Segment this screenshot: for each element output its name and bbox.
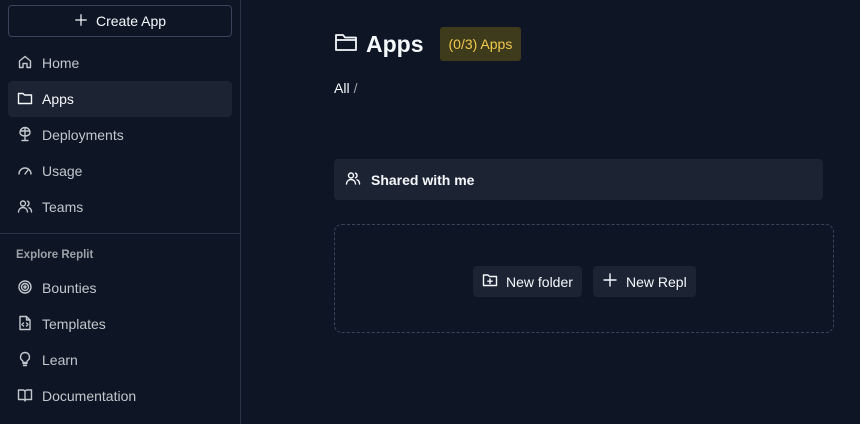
sidebar-item-label: Bounties <box>42 280 97 296</box>
gauge-icon <box>17 162 33 181</box>
sidebar-item-label: Teams <box>42 199 84 215</box>
sidebar-item-templates[interactable]: Templates <box>8 306 232 342</box>
empty-apps-dropzone: New folder New Repl <box>334 224 834 333</box>
sidebar-divider <box>0 233 240 234</box>
home-icon <box>17 54 33 73</box>
breadcrumb-separator: / <box>353 80 358 96</box>
page-title: Apps <box>366 30 424 57</box>
sidebar-item-documentation[interactable]: Documentation <box>8 378 232 414</box>
sidebar-item-label: Apps <box>42 91 74 107</box>
create-app-button[interactable]: Create App <box>8 5 232 37</box>
book-icon <box>17 387 33 406</box>
sidebar-item-home[interactable]: Home <box>8 45 232 81</box>
sidebar-item-bounties[interactable]: Bounties <box>8 270 232 306</box>
sidebar-item-label: Deployments <box>42 127 124 143</box>
plus-icon <box>602 272 618 291</box>
sidebar-item-usage[interactable]: Usage <box>8 153 232 189</box>
new-folder-button[interactable]: New folder <box>473 266 582 297</box>
sidebar-item-learn[interactable]: Learn <box>8 342 232 378</box>
breadcrumb-all[interactable]: All <box>334 80 350 96</box>
template-icon <box>17 315 33 334</box>
teams-icon <box>345 170 361 189</box>
sidebar-item-label: Documentation <box>42 388 137 404</box>
sidebar-item-label: Learn <box>42 352 78 368</box>
folder-icon <box>334 30 358 59</box>
shared-with-me-label: Shared with me <box>371 171 475 188</box>
breadcrumb: All / <box>334 80 357 96</box>
sidebar-item-label: Templates <box>42 316 106 332</box>
shared-with-me-folder[interactable]: Shared with me <box>334 159 823 200</box>
lightbulb-icon <box>17 351 33 370</box>
sidebar: Create App Home Apps Deployments Usage T… <box>0 0 241 424</box>
teams-icon <box>17 198 33 217</box>
explore-section-label: Explore Replit <box>16 249 94 261</box>
sidebar-item-label: Usage <box>42 163 83 179</box>
main-content: Apps (0/3) Apps All / Shared with me New… <box>241 0 860 424</box>
bounties-icon <box>17 279 33 298</box>
new-repl-button[interactable]: New Repl <box>593 266 696 297</box>
new-repl-label: New Repl <box>626 273 687 290</box>
apps-count-badge: (0/3) Apps <box>439 27 522 61</box>
plus-icon <box>74 13 88 30</box>
page-header: Apps (0/3) Apps <box>334 27 522 61</box>
new-folder-label: New folder <box>506 273 573 290</box>
sidebar-item-teams[interactable]: Teams <box>8 189 232 225</box>
folder-icon <box>17 90 33 109</box>
sidebar-item-apps[interactable]: Apps <box>8 81 232 117</box>
deployments-icon <box>17 126 33 145</box>
folder-plus-icon <box>482 272 498 291</box>
sidebar-item-label: Home <box>42 55 80 71</box>
create-app-label: Create App <box>95 13 167 29</box>
sidebar-item-deployments[interactable]: Deployments <box>8 117 232 153</box>
